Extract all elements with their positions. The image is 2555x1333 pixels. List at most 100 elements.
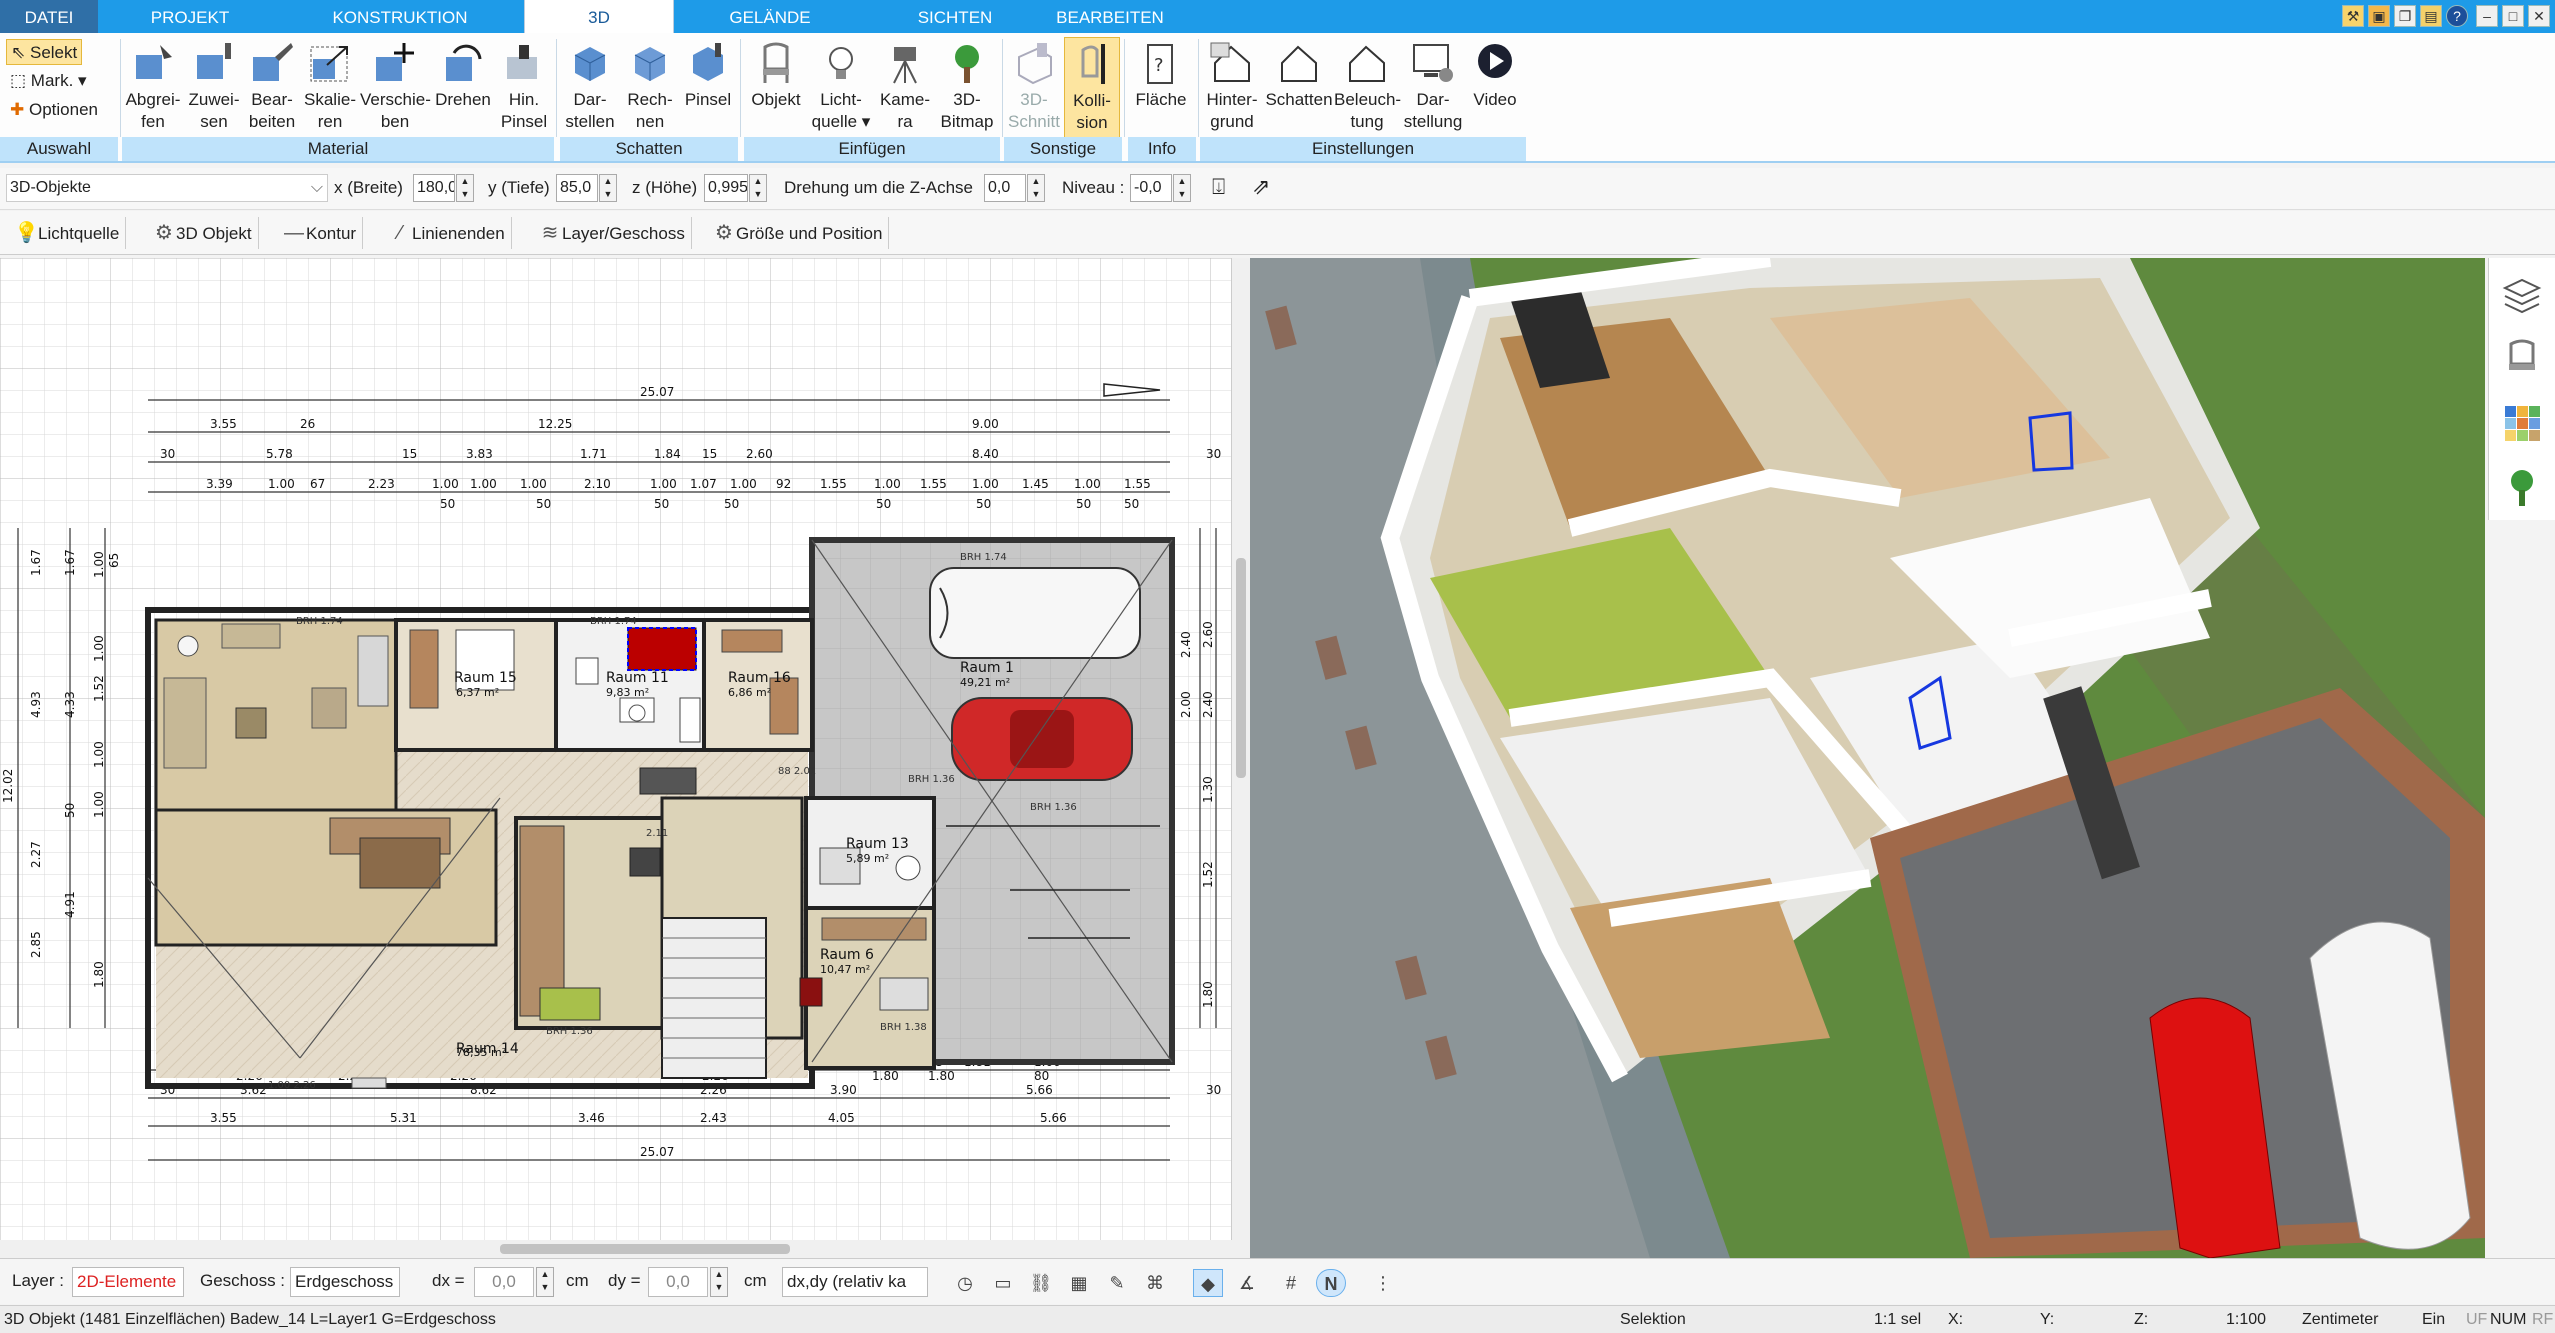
clock-icon[interactable]: ◷ (950, 1269, 980, 1297)
dx-spinner[interactable]: ▲ ▼ (536, 1267, 554, 1297)
plan-vertical-scrollbar[interactable] (1232, 258, 1250, 1258)
insert-camera-button[interactable]: Kame- ra (874, 37, 936, 141)
section-3d-button[interactable]: 3D- Schnitt (1004, 37, 1064, 141)
folder-icon[interactable]: ▤ (2420, 5, 2442, 27)
scale-material-button[interactable]: Skalie- ren (300, 37, 360, 141)
svg-text:3.46: 3.46 (578, 1111, 605, 1125)
object3d-button[interactable]: ⚙ 3D Objekt (148, 217, 259, 249)
size-position-button[interactable]: ⚙ Größe und Position (708, 217, 890, 249)
brush-button[interactable]: Hin. Pinsel (496, 37, 552, 141)
screen-icon[interactable]: ▭ (988, 1269, 1018, 1297)
tree-icon[interactable] (2501, 466, 2543, 508)
group-info: Info (1128, 137, 1196, 161)
material-palette-icon[interactable] (2501, 402, 2543, 444)
scroll-thumb[interactable] (1236, 558, 1246, 778)
tab-bearbeiten[interactable]: BEARBEITEN (1050, 0, 1170, 33)
grid-icon[interactable]: # (1276, 1269, 1306, 1297)
group-schatten: Schatten (560, 137, 738, 161)
y-input[interactable]: 85,0 (556, 174, 598, 202)
plan-horizontal-scrollbar[interactable] (0, 1240, 1232, 1258)
z-spinner[interactable]: ▲ ▼ (749, 174, 767, 202)
dy-input[interactable]: 0,0 (648, 1267, 708, 1297)
snap-icon[interactable]: ⌘ (1140, 1269, 1170, 1297)
restore-icon[interactable]: ❐ (2394, 5, 2416, 27)
svg-text:8.40: 8.40 (972, 447, 999, 461)
niveau-input[interactable]: -0,0 (1130, 174, 1172, 202)
layers-icon[interactable] (2501, 274, 2543, 316)
x-spinner[interactable]: ▲ ▼ (456, 174, 474, 202)
svg-text:92: 92 (776, 477, 791, 491)
assign-material-button[interactable]: Zuwei- sen (184, 37, 244, 141)
contour-button[interactable]: — Kontur (278, 217, 364, 249)
dy-spinner[interactable]: ▲ ▼ (710, 1267, 728, 1297)
scroll-thumb[interactable] (500, 1244, 790, 1254)
anchor-icon[interactable]: ⍗ (1212, 174, 1225, 200)
layer-select[interactable]: 2D-Elemente (72, 1267, 184, 1297)
north-icon[interactable]: N (1316, 1269, 1346, 1297)
x-input[interactable]: 180,0 (413, 174, 455, 202)
collision-icon (1081, 44, 1105, 84)
3d-view[interactable] (1250, 258, 2485, 1258)
layer-floor-button[interactable]: ≋ Layer/Geschoss (534, 217, 692, 249)
tab-gelaende[interactable]: GELÄNDE (700, 0, 840, 33)
y-spinner[interactable]: ▲ ▼ (599, 174, 617, 202)
svg-text:50: 50 (876, 497, 891, 511)
pen-tool-icon[interactable]: ✎ (1102, 1269, 1132, 1297)
edit-material-button[interactable]: Bear- beiten (244, 37, 300, 141)
line-ends-button[interactable]: ⁄ Linienenden (384, 217, 512, 249)
tab-projekt[interactable]: PROJEKT (115, 0, 265, 33)
tools-icon[interactable]: ⚒ (2342, 5, 2364, 27)
options-button[interactable]: ✚ Optionen (6, 97, 102, 123)
dx-input[interactable]: 0,0 (474, 1267, 534, 1297)
compute-shadow-button[interactable]: Rech- nen (620, 37, 680, 141)
insert-light-button[interactable]: Licht- quelle ▾ (808, 37, 874, 141)
move-material-button[interactable]: Verschie- ben (360, 37, 431, 141)
help-icon[interactable]: ? (2446, 5, 2468, 27)
collision-button[interactable]: Kolli- sion (1064, 37, 1120, 141)
svg-text:1.55: 1.55 (1124, 477, 1151, 491)
svg-text:1.00: 1.00 (92, 551, 106, 578)
display-settings-button[interactable]: Dar- stellung (1400, 37, 1466, 141)
maximize-icon[interactable]: □ (2502, 5, 2524, 27)
chair-icon[interactable] (2501, 338, 2543, 380)
coord-mode-select[interactable]: dx,dy (relativ ka (782, 1267, 928, 1297)
rotation-spinner[interactable]: ▲ ▼ (1027, 174, 1045, 202)
minimize-icon[interactable]: – (2476, 5, 2498, 27)
video-button[interactable]: Video (1466, 37, 1524, 141)
floor-plan-view[interactable]: 25.07 3.55 26 12.25 9.00 30 5.78 15 3.83 1.71 1.… (0, 258, 1232, 1248)
tab-datei[interactable]: DATEI (0, 0, 98, 33)
background-button[interactable]: Hinter- grund (1200, 37, 1264, 141)
tripod-icon[interactable]: ⛓ (1026, 1269, 1056, 1297)
tab-konstruktion[interactable]: KONSTRUKTION (305, 0, 495, 33)
tab-sichten[interactable]: SICHTEN (890, 0, 1020, 33)
angle-icon[interactable]: ∡ (1232, 1269, 1262, 1297)
insert-object-button[interactable]: Objekt (744, 37, 808, 141)
area-button[interactable]: ? Fläche (1128, 37, 1194, 141)
svg-text:15: 15 (402, 447, 417, 461)
shadow-settings-button[interactable]: Schatten (1264, 37, 1334, 141)
insert-bitmap-button[interactable]: 3D- Bitmap (936, 37, 998, 141)
rotation-input[interactable]: 0,0 (984, 174, 1026, 202)
close-icon[interactable]: ✕ (2528, 5, 2550, 27)
object-type-select[interactable]: 3D-Objekte ⌵ (6, 174, 328, 202)
floor-select[interactable]: Erdgeschoss (290, 1267, 400, 1297)
plane-icon[interactable]: ◆ (1193, 1269, 1223, 1297)
more-icon[interactable]: ⋮ (1368, 1269, 1398, 1297)
show-shadow-button[interactable]: Dar- stellen (560, 37, 620, 141)
section-icon (1018, 43, 1052, 85)
pick-material-button[interactable]: Abgrei- fen (122, 37, 184, 141)
external-link-icon[interactable]: ⇗ (1252, 174, 1270, 200)
box-icon[interactable]: ▣ (2368, 5, 2390, 27)
lighting-button[interactable]: Beleuch- tung (1334, 37, 1401, 141)
svg-text:50: 50 (63, 803, 77, 818)
mark-button[interactable]: ⬚ Mark. ▾ (6, 68, 91, 94)
lightsource-button[interactable]: 💡Lichtquelle (10, 217, 127, 249)
line-icon: — (284, 222, 304, 244)
select-button[interactable]: ⇖ Selekt (6, 39, 83, 65)
niveau-spinner[interactable]: ▲ ▼ (1173, 174, 1191, 202)
tab-3d[interactable]: 3D (524, 0, 674, 34)
shadow-brush-button[interactable]: Pinsel (680, 37, 736, 141)
rotate-material-button[interactable]: Drehen (430, 37, 496, 141)
z-input[interactable]: 0,995 (704, 174, 748, 202)
cube-stack-icon[interactable]: ▦ (1064, 1269, 1094, 1297)
